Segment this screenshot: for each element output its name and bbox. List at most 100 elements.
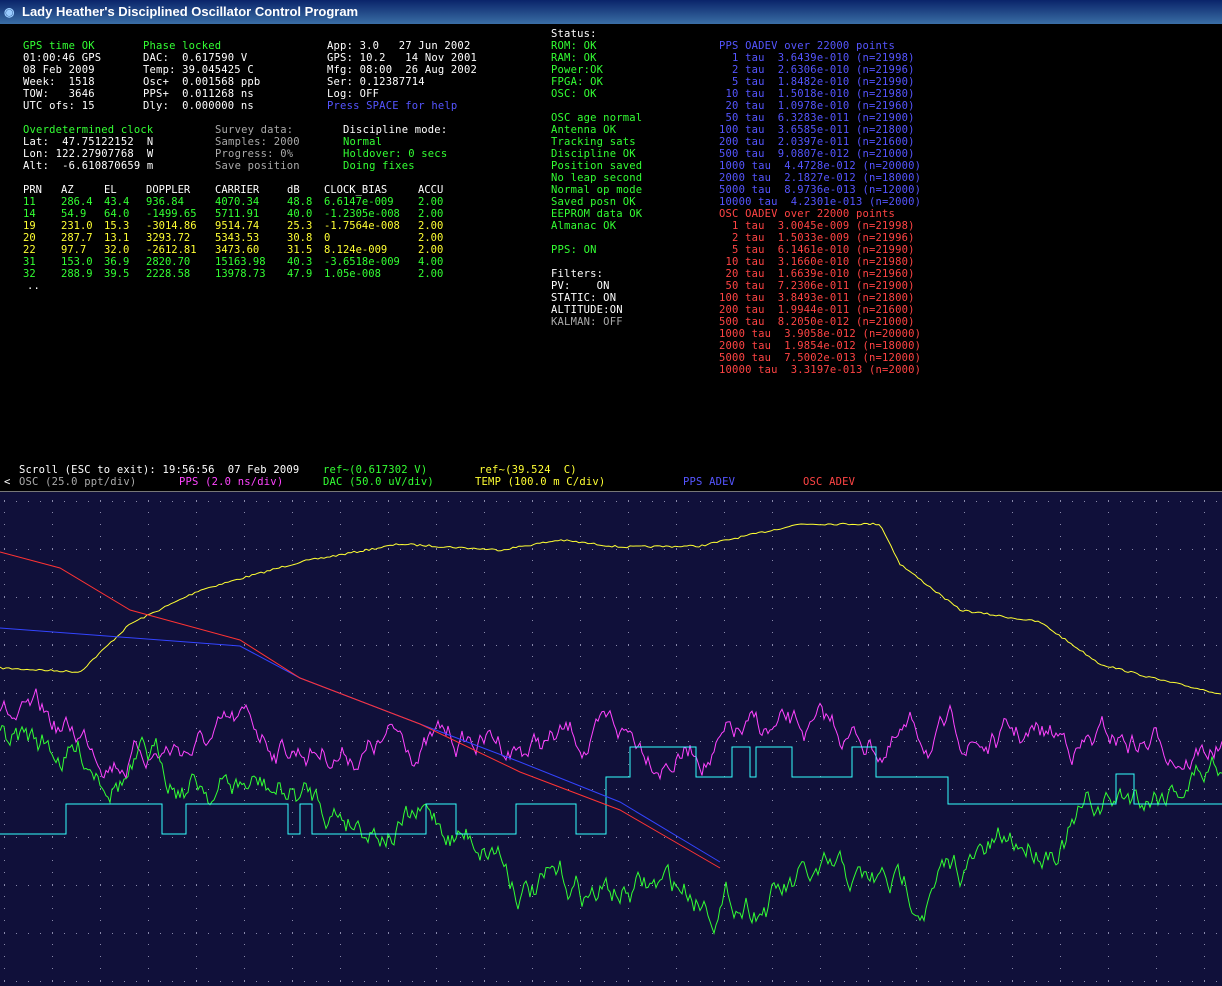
log-status: Log: OFF (327, 88, 380, 100)
scroll-left-arrow[interactable]: < (4, 476, 11, 488)
filter-static: STATIC: ON (551, 292, 617, 304)
legend-osc[interactable]: OSC (25.0 ppt/div) (19, 476, 136, 488)
legend-osc-adev[interactable]: OSC ADEV (803, 476, 855, 488)
status-osc: OSC: OK (551, 88, 597, 100)
legend-dac[interactable]: DAC (50.0 uV/div) (323, 476, 434, 488)
status-antenna: Antenna OK (551, 124, 617, 136)
holdover: Holdover: 0 secs (343, 148, 448, 160)
pps-trace (0, 688, 1222, 781)
cell-el: 64.0 (104, 208, 130, 220)
adev-row: 500 tau 9.0807e-012 (n=21000) (719, 148, 915, 160)
filter-pv: PV: ON (551, 280, 610, 292)
table-row: 19 231.0 15.3 -3014.86 9514.74 25.3 -1.7564e-0… (0, 220, 460, 232)
strip-chart-svg (0, 500, 1222, 982)
adev-row: 200 tau 1.9944e-011 (n=21600) (719, 304, 915, 316)
gps-version: GPS: 10.2 14 Nov 2001 (327, 52, 477, 64)
cell-doppler: 2820.70 (146, 256, 191, 268)
adev-row: 5 tau 1.8482e-010 (n=21990) (719, 76, 915, 88)
header-db: dB (287, 184, 300, 196)
status-leap: No leap second (551, 172, 643, 184)
header-carrier: CARRIER (215, 184, 260, 196)
cell-accu: 2.00 (418, 244, 444, 256)
header-accu: ACCU (418, 184, 444, 196)
table-row: 11 286.4 43.4 936.84 4070.34 48.8 6.6147e-009 2… (0, 196, 460, 208)
cell-az: 288.9 (61, 268, 93, 280)
adev-row: 2 tau 2.6306e-010 (n=21996) (719, 64, 915, 76)
cell-prn: 14 (23, 208, 36, 220)
gps-status: GPS time OK (23, 40, 95, 52)
header-clock-bias: CLOCK_BIAS (324, 184, 388, 196)
cell-db: 31.5 (287, 244, 313, 256)
adev-row: 20 tau 1.6639e-010 (n=21960) (719, 268, 915, 280)
status-normal-mode: Normal op mode (551, 184, 643, 196)
cell-db: 30.8 (287, 232, 313, 244)
cell-prn: 19 (23, 220, 36, 232)
status-tracking: Tracking sats (551, 136, 636, 148)
status-discipline: Discipline OK (551, 148, 636, 160)
dac-value: DAC: 0.617590 V (143, 52, 248, 64)
cell-doppler: 936.84 (146, 196, 184, 208)
cell-carrier: 9514.74 (215, 220, 260, 232)
cell-el: 36.9 (104, 256, 130, 268)
satellite-table: PRN AZ EL DOPPLER CARRIER dB CLOCK_BIAS … (0, 184, 470, 294)
osc-adev-title: OSC OADEV over 22000 points (719, 208, 896, 220)
adev-row: 1000 tau 3.9058e-012 (n=20000) (719, 328, 922, 340)
dac-trace (0, 724, 1222, 935)
adev-row: 10000 tau 4.2301e-013 (n=2000) (719, 196, 922, 208)
filters-title: Filters: (551, 268, 604, 280)
cell-az: 286.4 (61, 196, 93, 208)
cell-bias: -1.2305e-008 (324, 208, 400, 220)
mfg-date: Mfg: 08:00 26 Aug 2002 (327, 64, 477, 76)
cell-el: 32.0 (104, 244, 130, 256)
adev-row: 10 tau 1.5018e-010 (n=21980) (719, 88, 915, 100)
header-prn: PRN (23, 184, 42, 196)
adev-row: 100 tau 3.6585e-011 (n=21800) (719, 124, 915, 136)
cell-prn: 32 (23, 268, 36, 280)
cell-accu: 4.00 (418, 256, 444, 268)
legend-pps-adev[interactable]: PPS ADEV (683, 476, 735, 488)
header-az: AZ (61, 184, 74, 196)
cell-el: 39.5 (104, 268, 130, 280)
title-bar[interactable]: ◉ Lady Heather's Disciplined Oscillator … (0, 0, 1222, 24)
scroll-status: Scroll (ESC to exit): 19:56:56 07 Feb 20… (19, 464, 300, 476)
header-doppler: DOPPLER (146, 184, 191, 196)
adev-row: 1000 tau 4.4728e-012 (n=20000) (719, 160, 922, 172)
adev-row: 5000 tau 7.5002e-013 (n=12000) (719, 352, 922, 364)
gps-date: 08 Feb 2009 (23, 64, 95, 76)
window-title: Lady Heather's Disciplined Oscillator Co… (22, 4, 359, 19)
longitude: Lon: 122.27907768 W (23, 148, 154, 160)
cell-doppler: -1499.65 (146, 208, 197, 220)
strip-chart-plot[interactable] (0, 491, 1222, 986)
osc-adev-trace (0, 551, 721, 869)
cell-el: 43.4 (104, 196, 130, 208)
app-icon[interactable]: ◉ (4, 5, 18, 19)
cell-az: 231.0 (61, 220, 93, 232)
filter-kalman: KALMAN: OFF (551, 316, 623, 328)
help-hint: Press SPACE for help (327, 100, 458, 112)
ref-dac: ref~(0.617302 V) (323, 464, 428, 476)
adev-row: 10 tau 3.1660e-010 (n=21980) (719, 256, 915, 268)
status-ram: RAM: OK (551, 52, 597, 64)
pps-value: PPS+ 0.011268 ns (143, 88, 254, 100)
cell-az: 153.0 (61, 256, 93, 268)
legend-temp[interactable]: TEMP (100.0 m C/div) (475, 476, 605, 488)
cell-carrier: 4070.34 (215, 196, 260, 208)
adev-row: 2000 tau 1.9854e-012 (n=18000) (719, 340, 922, 352)
table-row: 31 153.0 36.9 2820.70 15163.98 40.3 -3.6518e-0… (0, 256, 460, 268)
osc-trace (0, 746, 1222, 835)
cell-bias: -1.7564e-008 (324, 220, 400, 232)
status-almanac: Almanac OK (551, 220, 617, 232)
cell-db: 40.3 (287, 256, 313, 268)
cell-accu: 2.00 (418, 208, 444, 220)
app-version: App: 3.0 27 Jun 2002 (327, 40, 471, 52)
adev-row: 1 tau 3.0045e-009 (n=21998) (719, 220, 915, 232)
cell-accu: 2.00 (418, 196, 444, 208)
filter-altitude: ALTITUDE:ON (551, 304, 623, 316)
status-eeprom: EEPROM data OK (551, 208, 643, 220)
survey-progress: Progress: 0% (215, 148, 294, 160)
legend-pps[interactable]: PPS (2.0 ns/div) (179, 476, 283, 488)
adev-row: 2000 tau 2.1827e-012 (n=18000) (719, 172, 922, 184)
cell-carrier: 13978.73 (215, 268, 266, 280)
gps-utc-offset: UTC ofs: 15 (23, 100, 95, 112)
serial-number: Ser: 0.12387714 (327, 76, 425, 88)
